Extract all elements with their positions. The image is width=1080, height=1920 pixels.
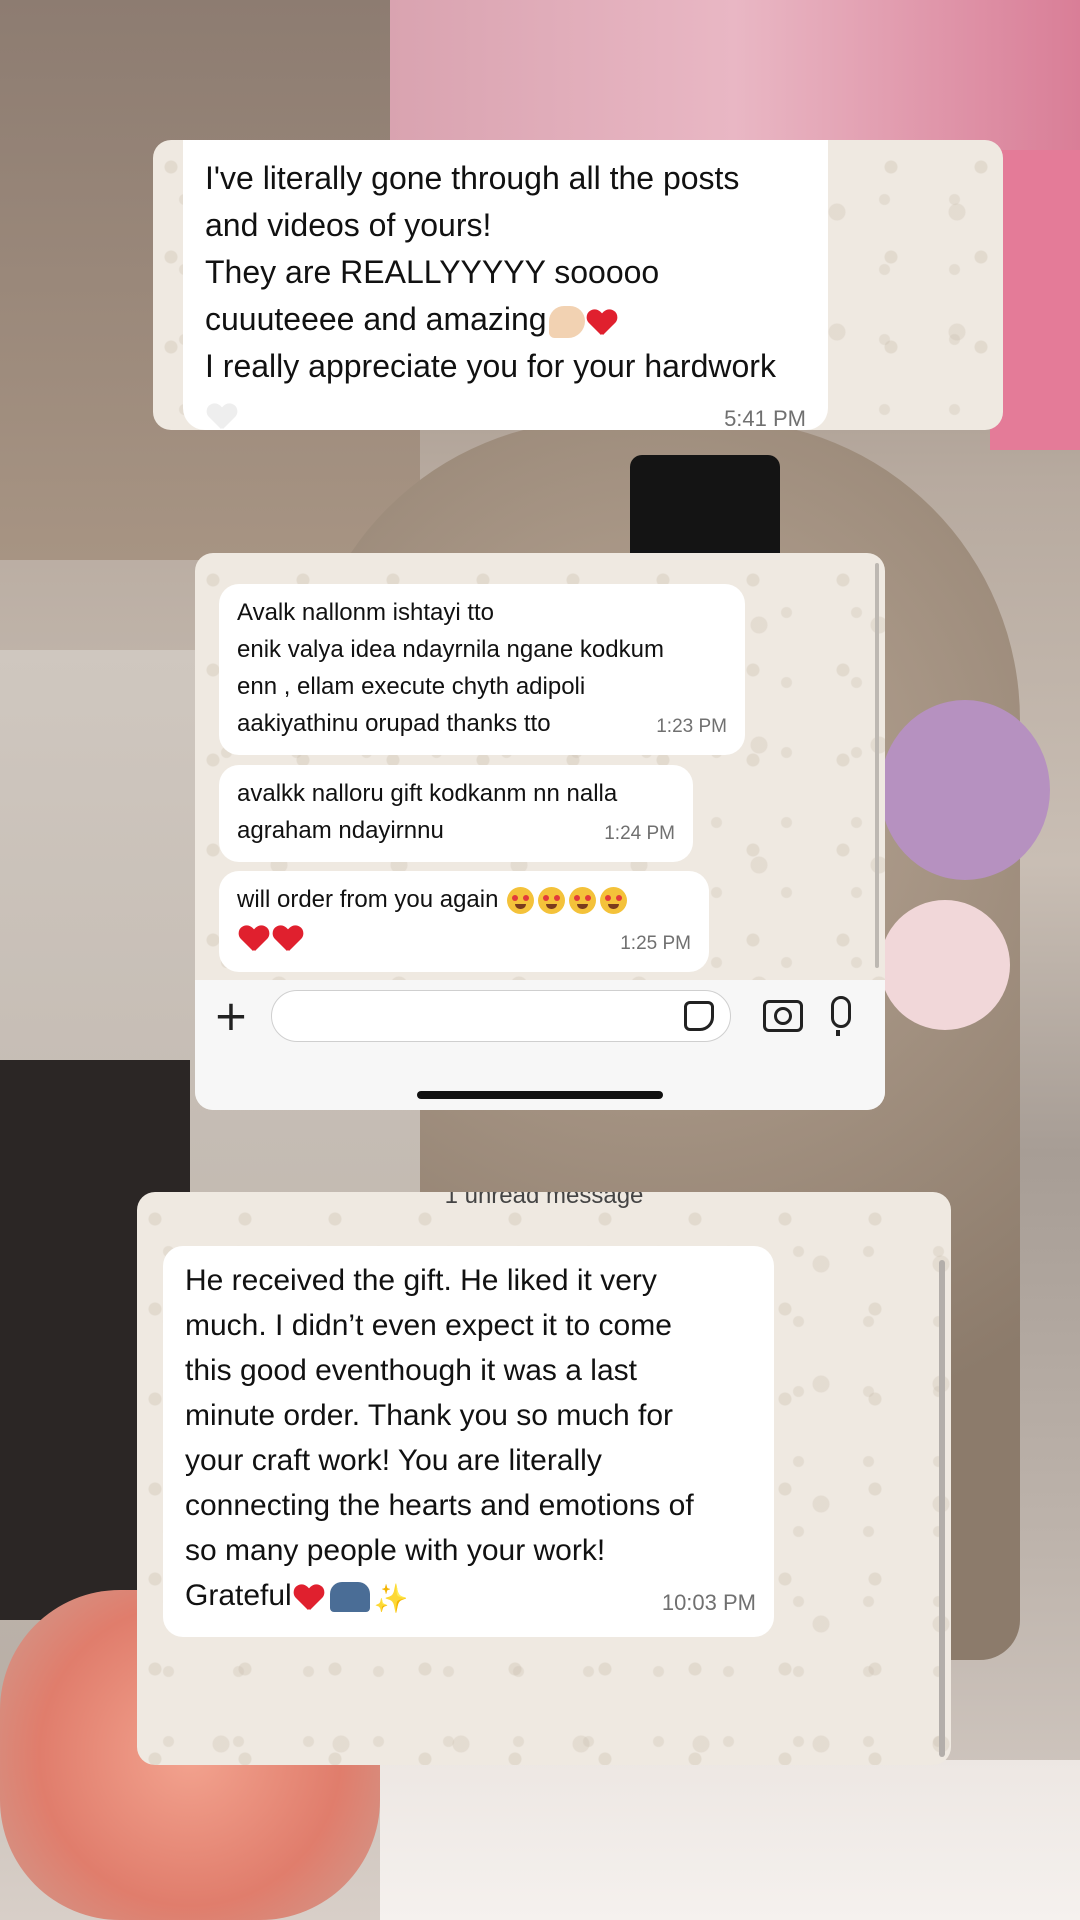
message-bubble: will order from you again 1:25 PM: [219, 871, 709, 972]
microphone-icon[interactable]: [831, 996, 851, 1036]
busts-silhouette-emoji-icon: [329, 1582, 370, 1613]
message-line: much. I didn’t even expect it to come: [185, 1309, 672, 1342]
message-bubble: He received the gift. He liked it very m…: [163, 1246, 774, 1637]
message-line: Grateful: [185, 1579, 292, 1612]
message-line: connecting the hearts and emotions of: [185, 1489, 694, 1522]
message-line: enik valya idea ndayrnila ngane kodkum: [237, 636, 664, 663]
message-line: aakiyathinu orupad thanks tto: [237, 710, 551, 737]
smiling-hearts-emoji-icon: [569, 887, 597, 915]
camera-icon[interactable]: [763, 1000, 803, 1032]
message-line: and videos of yours!: [205, 207, 492, 243]
message-line: cuuuteeee and amazing: [205, 301, 547, 337]
chat-screenshot-3: 1 unread message He received the gift. H…: [137, 1192, 951, 1765]
message-line: They are REALLYYYYY sooooo: [205, 254, 660, 290]
chat-screenshot-1: I've literally gone through all the post…: [153, 140, 1003, 430]
unread-message-divider: 1 unread message: [444, 1192, 644, 1209]
message-line: your craft work! You are literally: [185, 1444, 602, 1477]
red-heart-emoji-icon: [587, 308, 617, 336]
message-line: avalkk nalloru gift kodkanm nn nalla: [237, 780, 618, 807]
smiling-hearts-emoji-icon: [600, 887, 628, 915]
message-timestamp: 1:24 PM: [604, 823, 675, 844]
message-input[interactable]: [271, 990, 731, 1042]
message-line: this good eventhough it was a last: [185, 1354, 637, 1387]
plus-icon[interactable]: +: [211, 995, 251, 1037]
message-bubble: avalkk nalloru gift kodkanm nn nalla agr…: [219, 765, 693, 862]
home-indicator: [417, 1091, 663, 1099]
message-bubble: Avalk nallonm ishtayi tto enik valya ide…: [219, 584, 745, 755]
message-line: I've literally gone through all the post…: [205, 160, 740, 196]
red-heart-emoji-icon: [294, 1583, 324, 1611]
message-line: will order from you again: [237, 886, 499, 913]
scrollbar[interactable]: [939, 1260, 945, 1757]
red-heart-emoji-icon: [273, 924, 303, 952]
heart-eyes-emoji-icon: [507, 887, 535, 915]
pinching-hand-emoji-icon: [548, 305, 585, 338]
message-line: enn , ellam execute chyth adipoli: [237, 673, 586, 700]
message-line: minute order. Thank you so much for: [185, 1399, 674, 1432]
sticker-icon[interactable]: [684, 1001, 714, 1031]
red-heart-emoji-icon: [239, 924, 269, 952]
heart-eyes-emoji-icon: [538, 887, 566, 915]
sparkles-emoji-icon: [374, 1576, 409, 1621]
scrollbar[interactable]: [875, 563, 879, 968]
message-line: He received the gift. He liked it very: [185, 1264, 657, 1297]
message-bubble: I've literally gone through all the post…: [183, 140, 828, 430]
chat-screenshot-2: Avalk nallonm ishtayi tto enik valya ide…: [195, 553, 885, 1110]
message-timestamp: 1:25 PM: [620, 933, 691, 954]
message-input-bar: +: [195, 980, 885, 1110]
message-line: Avalk nallonm ishtayi tto: [237, 599, 495, 626]
white-heart-emoji-icon: [207, 402, 237, 430]
message-timestamp: 1:23 PM: [656, 716, 727, 737]
message-timestamp: 10:03 PM: [661, 1590, 756, 1615]
message-line: so many people with your work!: [185, 1534, 606, 1567]
message-line: I really appreciate you for your hardwor…: [205, 348, 776, 384]
message-timestamp: 5:41 PM: [724, 406, 806, 430]
